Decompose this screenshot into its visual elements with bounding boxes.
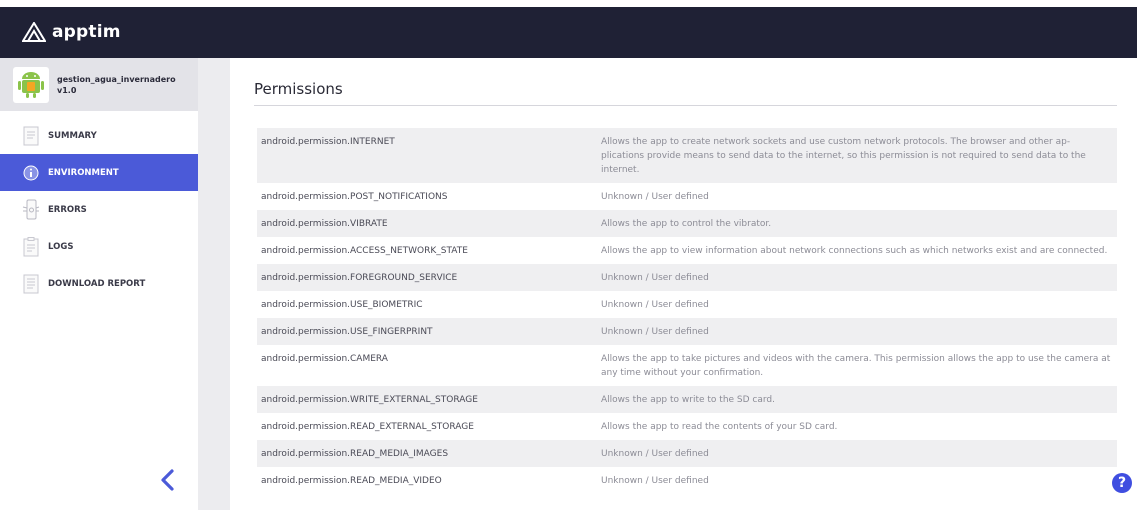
sidebar: gestion_agua_invernadero v1.0 SUMMARY EN… [0,58,198,510]
permission-name: android.permission.FOREGROUND_SERVICE [261,273,458,283]
permission-name: android.permission.ACCESS_NETWORK_STATE [261,246,468,256]
permission-description: Unknown / User defined [601,273,709,283]
sidebar-gutter [198,58,230,510]
title-divider [254,105,1117,106]
app-version: v1.0 [57,85,77,95]
sidebar-nav: SUMMARY ENVIRONMENT ERRORS LOGS DOWNLOAD… [0,117,198,302]
permission-name: android.permission.READ_MEDIA_IMAGES [261,449,449,459]
table-row: android.permission.POST_NOTIFICATIONS Un… [257,183,1117,210]
table-row: android.permission.WRITE_EXTERNAL_STORAG… [257,386,1117,413]
permission-description: Unknown / User defined [601,327,709,337]
help-icon[interactable]: ? [1112,473,1132,493]
sidebar-item-summary[interactable]: SUMMARY [0,117,198,154]
table-row: android.permission.ACCESS_NETWORK_STATE … [257,237,1117,264]
app-name: gestion_agua_invernadero [57,74,176,84]
sidebar-item-label: DOWNLOAD REPORT [48,278,146,289]
document-icon [22,125,40,147]
table-row: android.permission.READ_MEDIA_IMAGES Unk… [257,440,1117,467]
report-icon [22,273,40,295]
permission-description: Unknown / User defined [601,449,709,459]
sidebar-item-label: LOGS [48,241,74,252]
bug-phone-icon [22,199,40,221]
sidebar-item-environment[interactable]: ENVIRONMENT [0,154,198,191]
sidebar-item-download-report[interactable]: DOWNLOAD REPORT [0,265,198,302]
log-file-icon [22,236,40,258]
chevron-left-icon[interactable] [158,468,178,492]
android-app-icon [13,66,49,103]
permission-description: Unknown / User defined [601,476,709,486]
table-row: android.permission.READ_EXTERNAL_STORAGE… [257,413,1117,440]
table-row: android.permission.READ_MEDIA_VIDEO Unkn… [257,467,1117,494]
table-row: android.permission.USE_FINGERPRINT Unkno… [257,318,1117,345]
app-card: gestion_agua_invernadero v1.0 [0,58,198,111]
permission-name: android.permission.POST_NOTIFICATIONS [261,192,448,202]
table-row: android.permission.VIBRATE Allows the ap… [257,210,1117,237]
permission-name: android.permission.READ_MEDIA_VIDEO [261,476,442,486]
sidebar-item-label: SUMMARY [48,130,97,141]
permission-name: android.permission.CAMERA [261,354,388,364]
permission-description: Allows the app to control the vibrator. [601,219,772,229]
permission-description: Allows the app to take pictures and vide… [601,354,1111,378]
table-row: android.permission.USE_BIOMETRIC Unknown… [257,291,1117,318]
permission-description: Unknown / User defined [601,300,709,310]
sidebar-item-logs[interactable]: LOGS [0,228,198,265]
permissions-table: android.permission.INTERNET Allows the a… [257,128,1117,494]
brand-name: apptim [52,22,121,42]
table-row: android.permission.CAMERA Allows the app… [257,345,1117,386]
app-info: gestion_agua_invernadero v1.0 [57,74,176,96]
permission-name: android.permission.INTERNET [261,137,395,147]
permission-name: android.permission.USE_FINGERPRINT [261,327,433,337]
top-bar [0,0,1137,58]
permission-name: android.permission.READ_EXTERNAL_STORAGE [261,422,474,432]
table-row: android.permission.FOREGROUND_SERVICE Un… [257,264,1117,291]
page-title: Permissions [254,80,343,98]
permission-description: Unknown / User defined [601,192,709,202]
permission-name: android.permission.VIBRATE [261,219,388,229]
brand[interactable]: apptim [22,22,121,42]
permission-description: Allows the app to view information about… [601,246,1108,256]
apptim-logo-icon [22,22,46,42]
table-row: android.permission.INTERNET Allows the a… [257,128,1117,183]
sidebar-item-errors[interactable]: ERRORS [0,191,198,228]
info-icon [22,162,40,184]
permission-description: Allows the app to read the contents of y… [601,422,838,432]
sidebar-item-label: ENVIRONMENT [48,167,119,178]
permission-name: android.permission.USE_BIOMETRIC [261,300,423,310]
permission-name: android.permission.WRITE_EXTERNAL_STORAG… [261,395,478,405]
sidebar-item-label: ERRORS [48,204,87,215]
main-content: Permissions android.permission.INTERNET … [230,58,1137,510]
top-strip [0,0,1137,7]
permission-description: Allows the app to create network sockets… [601,137,1086,175]
permission-description: Allows the app to write to the SD card. [601,395,776,405]
